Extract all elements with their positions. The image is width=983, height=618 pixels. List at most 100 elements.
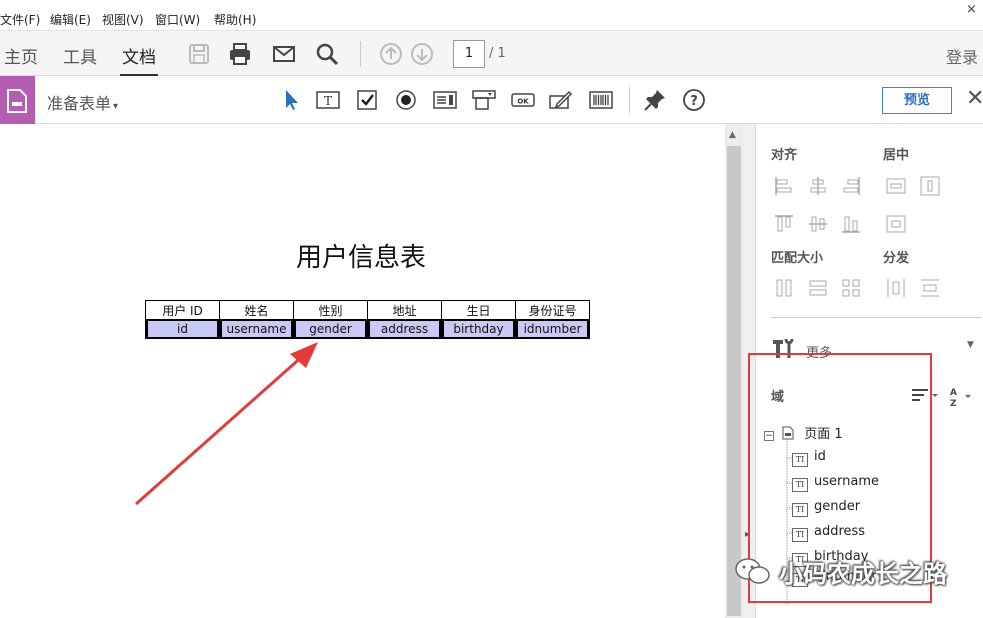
toolbar-separator xyxy=(360,41,361,67)
match-width-icon[interactable] xyxy=(807,277,829,299)
close-form-editing-icon[interactable]: ✕ xyxy=(966,86,983,111)
align-left-icon[interactable] xyxy=(773,175,795,197)
tree-field-gender[interactable]: TI gender xyxy=(792,499,860,519)
scroll-up-icon[interactable]: ▲ xyxy=(729,130,736,140)
svg-text:A: A xyxy=(950,388,957,398)
sort-order-icon[interactable] xyxy=(911,386,939,404)
barcode-icon[interactable] xyxy=(589,88,613,112)
document-scrollbar[interactable]: ▲ xyxy=(725,124,743,618)
form-field-idnumber[interactable]: idnumber xyxy=(518,321,587,337)
signature-icon[interactable] xyxy=(549,88,573,112)
svg-text:T: T xyxy=(324,94,332,108)
tree-field-id[interactable]: TI id xyxy=(792,449,826,469)
distribute-vertical-icon[interactable] xyxy=(919,277,941,299)
match-size-label: 匹配大小 xyxy=(771,251,824,266)
prepare-form-title[interactable]: 准备表单 ▾ xyxy=(47,90,118,114)
form-field-birthday[interactable]: birthday xyxy=(444,321,513,337)
tree-field-address[interactable]: TI address xyxy=(792,524,865,544)
window-close-icon[interactable]: × xyxy=(966,2,977,17)
tab-home[interactable]: 主页 xyxy=(4,43,38,68)
menu-bar: 文件(F) 编辑(E) 视图(V) 窗口(W) 帮助(H) × xyxy=(0,0,983,30)
list-box-icon[interactable] xyxy=(433,88,457,112)
tools-icon xyxy=(773,338,794,358)
panel-divider xyxy=(771,317,981,318)
svg-text:?: ? xyxy=(690,94,698,109)
menu-file[interactable]: 文件(F) xyxy=(0,11,40,28)
print-icon[interactable] xyxy=(227,41,253,67)
page-number-input[interactable]: 1 xyxy=(453,40,485,68)
login-link[interactable]: 登录 xyxy=(946,44,978,68)
center-vertical-icon[interactable] xyxy=(919,175,941,197)
prepare-form-toolbar: 准备表单 ▾ T OK ? 预览 ✕ xyxy=(0,76,983,124)
header-cell: 性别 xyxy=(293,300,368,320)
menu-help[interactable]: 帮助(H) xyxy=(214,11,256,28)
checkbox-icon[interactable] xyxy=(355,88,379,112)
scrollbar-thumb[interactable] xyxy=(727,146,741,616)
align-bottom-icon[interactable] xyxy=(840,213,862,235)
save-icon[interactable] xyxy=(186,41,212,67)
menu-view[interactable]: 视图(V) xyxy=(102,11,144,28)
menu-window[interactable]: 窗口(W) xyxy=(155,11,200,28)
table-header-row: 用户 ID 姓名 性别 地址 生日 身份证号 xyxy=(145,300,590,320)
text-field-icon[interactable]: T xyxy=(316,88,340,112)
watermark-text: 小码农成长之路 xyxy=(779,560,947,588)
header-cell: 用户 ID xyxy=(145,300,220,320)
tree-node-page[interactable]: − 页面 1 xyxy=(764,423,843,442)
button-ok-icon[interactable]: OK xyxy=(511,88,535,112)
center-label: 居中 xyxy=(883,148,910,163)
distribute-horizontal-icon[interactable] xyxy=(885,277,907,299)
distribute-label: 分发 xyxy=(883,251,910,266)
tab-document[interactable]: 文档 xyxy=(122,43,156,68)
main-toolbar: 主页 工具 文档 1 / 1 登录 xyxy=(0,30,983,77)
page-icon xyxy=(782,426,794,440)
page-total: / 1 xyxy=(489,46,506,61)
header-cell: 身份证号 xyxy=(515,300,590,320)
tab-tools[interactable]: 工具 xyxy=(63,43,97,68)
right-panel: 对齐 居中 匹配大小 分发 更多 ▼ 域 A Z − 页面 1 TI id TI… xyxy=(755,124,983,618)
collapse-toggle-icon[interactable]: − xyxy=(764,431,774,441)
svg-text:OK: OK xyxy=(517,98,529,106)
match-both-icon[interactable] xyxy=(840,277,862,299)
annotation-arrow xyxy=(135,342,318,506)
select-cursor-icon[interactable] xyxy=(280,88,304,112)
chevron-down-icon: ▼ xyxy=(967,340,974,350)
match-height-icon[interactable] xyxy=(773,277,795,299)
page-up-icon[interactable] xyxy=(378,41,404,67)
field-cell: address xyxy=(367,319,442,339)
more-options-row[interactable]: 更多 ▼ xyxy=(771,334,976,361)
preview-button[interactable]: 预览 xyxy=(882,87,952,114)
email-icon[interactable] xyxy=(271,41,297,67)
toolbar-separator xyxy=(629,87,630,113)
collapse-panel-icon[interactable]: ▸ xyxy=(745,529,750,540)
dropdown-icon[interactable] xyxy=(472,88,496,112)
acrobat-window: 文件(F) 编辑(E) 视图(V) 窗口(W) 帮助(H) × 主页 工具 文档 xyxy=(0,0,983,618)
search-icon[interactable] xyxy=(314,41,340,67)
align-right-icon[interactable] xyxy=(840,175,862,197)
center-horizontal-icon[interactable] xyxy=(885,175,907,197)
pin-icon[interactable] xyxy=(643,88,667,112)
text-field-icon: TI xyxy=(792,528,808,542)
radio-button-icon[interactable] xyxy=(394,88,418,112)
page-down-icon[interactable] xyxy=(409,41,435,67)
menu-edit[interactable]: 编辑(E) xyxy=(50,11,91,28)
svg-text:Z: Z xyxy=(950,399,957,408)
help-icon[interactable]: ? xyxy=(682,88,706,112)
tree-root-label: 页面 1 xyxy=(804,427,843,442)
panel-splitter[interactable]: ▸ xyxy=(743,124,755,618)
tree-field-username[interactable]: TI username xyxy=(792,474,879,494)
tree-field-label: address xyxy=(814,524,866,539)
document-canvas: 用户信息表 用户 ID 姓名 性别 地址 生日 身份证号 id username… xyxy=(0,124,725,618)
header-cell: 姓名 xyxy=(219,300,294,320)
form-field-address[interactable]: address xyxy=(370,321,439,337)
align-middle-icon[interactable] xyxy=(807,213,829,235)
center-both-icon[interactable] xyxy=(885,213,907,235)
header-cell: 地址 xyxy=(367,300,442,320)
align-label: 对齐 xyxy=(771,148,798,163)
text-field-icon: TI xyxy=(792,453,808,467)
sort-az-icon[interactable]: A Z xyxy=(948,386,976,408)
watermark: 小码农成长之路 xyxy=(733,554,947,589)
align-top-icon[interactable] xyxy=(773,213,795,235)
text-field-icon: TI xyxy=(792,478,808,492)
field-cell: birthday xyxy=(441,319,516,339)
align-center-icon[interactable] xyxy=(807,175,829,197)
